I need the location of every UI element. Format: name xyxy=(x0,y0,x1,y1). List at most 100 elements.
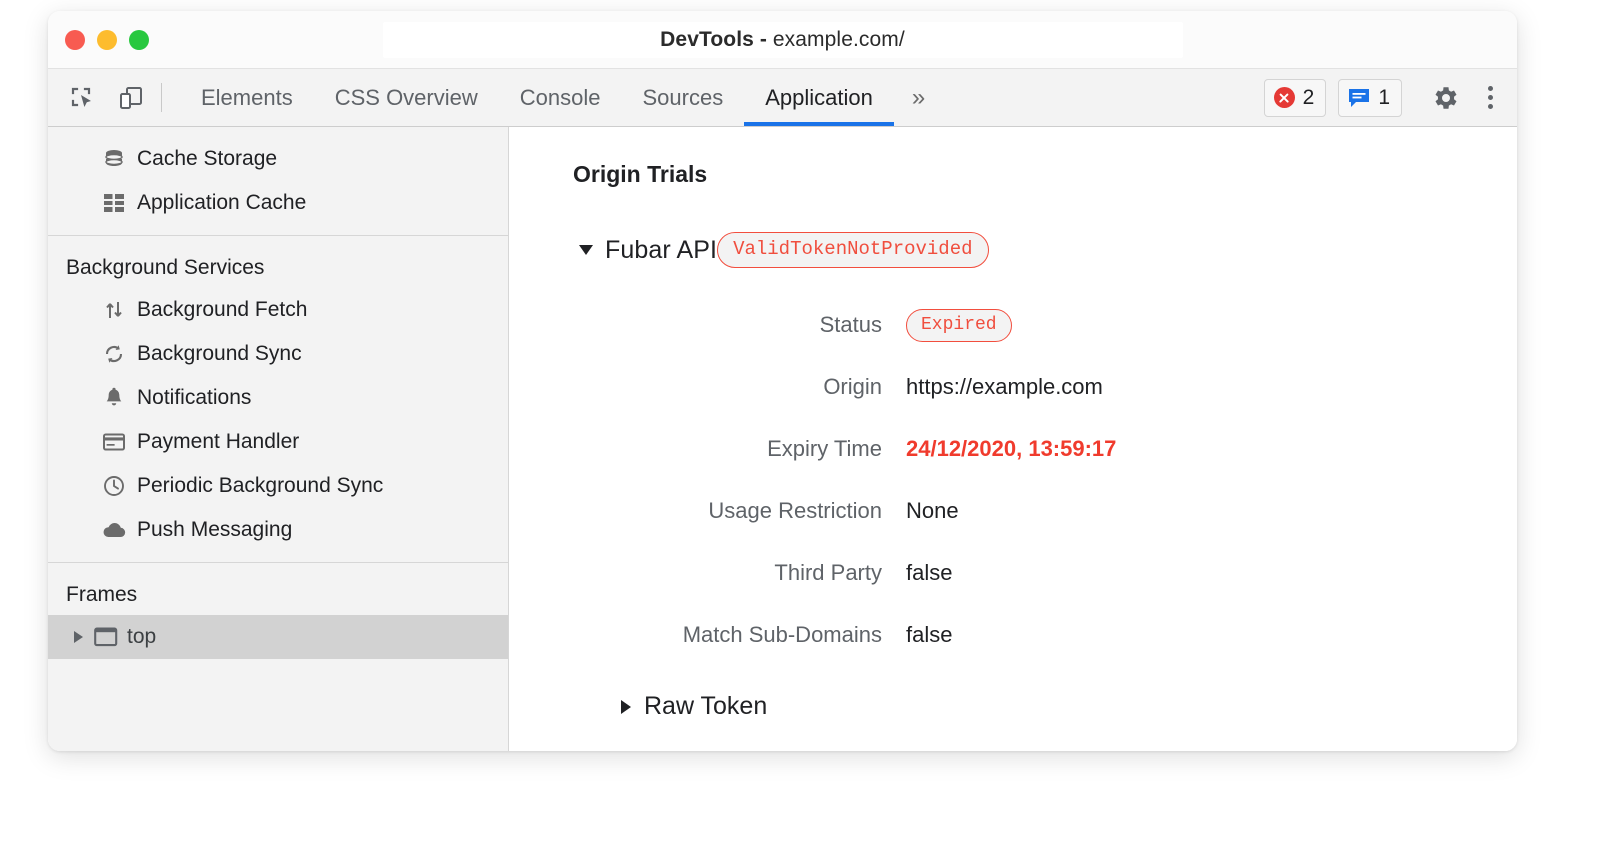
more-tabs-button[interactable]: » xyxy=(894,69,943,126)
detail-label: Origin xyxy=(573,374,906,400)
detail-row-match-sub-domains: Match Sub-Domains false xyxy=(573,604,1517,666)
maximize-window-button[interactable] xyxy=(129,30,149,50)
tab-css-overview[interactable]: CSS Overview xyxy=(314,69,499,126)
kebab-menu-icon xyxy=(1488,86,1493,109)
sidebar-item-notifications[interactable]: Notifications xyxy=(48,376,508,420)
detail-row-usage-restriction: Usage Restriction None xyxy=(573,480,1517,542)
sidebar-item-application-cache[interactable]: Application Cache xyxy=(48,181,508,225)
origin-trial-details: Status Expired Origin https://example.co… xyxy=(573,294,1517,666)
origin-trial-status-badge: ValidTokenNotProvided xyxy=(717,232,988,268)
sidebar-item-label: Payment Handler xyxy=(137,430,299,454)
tab-sources[interactable]: Sources xyxy=(621,69,744,126)
devtools-body: Cache Storage xyxy=(48,127,1517,751)
devtools-window: DevTools - example.com/ xyxy=(48,11,1517,751)
tab-application[interactable]: Application xyxy=(744,69,894,126)
chevron-right-icon[interactable] xyxy=(74,631,83,643)
sidebar-item-background-sync[interactable]: Background Sync xyxy=(48,332,508,376)
toolbar-separator xyxy=(161,83,162,112)
toolbar-left-icons xyxy=(66,69,161,126)
window-title-rest: example.com/ xyxy=(767,28,905,51)
application-sidebar: Cache Storage xyxy=(48,127,509,751)
detail-row-status: Status Expired xyxy=(573,294,1517,356)
detail-label: Expiry Time xyxy=(573,436,906,462)
raw-token-toggle[interactable]: Raw Token xyxy=(621,692,1517,721)
more-options-button[interactable] xyxy=(1477,79,1503,117)
page-title: DevTools - example.com/ xyxy=(660,28,905,51)
origin-trial-name: Fubar API xyxy=(605,236,717,265)
devtools-toolbar: Elements CSS Overview Console Sources Ap… xyxy=(48,69,1517,127)
window-controls xyxy=(65,30,149,50)
sidebar-group-background-services: Background Services Background Fetch xyxy=(48,236,508,562)
detail-value: false xyxy=(906,622,952,648)
detail-value: false xyxy=(906,560,952,586)
tab-console[interactable]: Console xyxy=(499,69,622,126)
sidebar-header-frames: Frames xyxy=(48,569,508,615)
panel-tabs: Elements CSS Overview Console Sources Ap… xyxy=(180,69,943,126)
detail-row-third-party: Third Party false xyxy=(573,542,1517,604)
sidebar-group-storage: Cache Storage xyxy=(48,131,508,235)
sidebar-item-cache-storage[interactable]: Cache Storage xyxy=(48,137,508,181)
gear-icon xyxy=(1431,83,1461,113)
detail-label: Status xyxy=(573,312,906,338)
device-toolbar-button[interactable] xyxy=(114,81,148,115)
device-toolbar-icon xyxy=(117,84,145,112)
toolbar-right-controls: 2 1 xyxy=(1264,69,1503,126)
detail-value: https://example.com xyxy=(906,374,1103,400)
sync-icon xyxy=(102,342,126,366)
sidebar-item-label: Periodic Background Sync xyxy=(137,474,383,498)
bell-icon xyxy=(102,386,126,410)
inspect-element-icon xyxy=(69,84,97,112)
sidebar-item-label: Application Cache xyxy=(137,191,306,215)
sidebar-header-background-services: Background Services xyxy=(48,242,508,288)
detail-row-expiry-time: Expiry Time 24/12/2020, 13:59:17 xyxy=(573,418,1517,480)
sidebar-group-frames: Frames top xyxy=(48,563,508,669)
credit-card-icon xyxy=(102,430,126,454)
window-title-background: DevTools - example.com/ xyxy=(383,22,1183,58)
origin-trial-header[interactable]: Fubar API ValidTokenNotProvided xyxy=(579,232,1517,268)
error-count: 2 xyxy=(1303,87,1315,108)
detail-value: None xyxy=(906,498,959,524)
status-badge: Expired xyxy=(906,309,1012,342)
window-titlebar: DevTools - example.com/ xyxy=(48,11,1517,69)
minimize-window-button[interactable] xyxy=(97,30,117,50)
sidebar-item-push-messaging[interactable]: Push Messaging xyxy=(48,508,508,552)
settings-button[interactable] xyxy=(1427,79,1465,117)
sidebar-item-label: Notifications xyxy=(137,386,251,410)
message-icon xyxy=(1348,88,1370,108)
detail-label: Match Sub-Domains xyxy=(573,622,906,648)
sidebar-item-frame-top[interactable]: top xyxy=(48,615,508,659)
message-counter-button[interactable]: 1 xyxy=(1338,79,1402,117)
message-count: 1 xyxy=(1378,87,1390,108)
close-window-button[interactable] xyxy=(65,30,85,50)
cloud-icon xyxy=(102,518,126,542)
detail-row-origin: Origin https://example.com xyxy=(573,356,1517,418)
raw-token-label: Raw Token xyxy=(644,692,767,721)
detail-label: Usage Restriction xyxy=(573,498,906,524)
sidebar-item-label: top xyxy=(127,625,156,649)
database-icon xyxy=(102,147,126,171)
detail-label: Third Party xyxy=(573,560,906,586)
grid-icon xyxy=(102,191,126,215)
origin-trials-panel: Origin Trials Fubar API ValidTokenNotPro… xyxy=(509,127,1517,751)
clock-icon xyxy=(102,474,126,498)
window-title-bold: DevTools - xyxy=(660,28,767,51)
tab-elements[interactable]: Elements xyxy=(180,69,314,126)
sidebar-item-label: Cache Storage xyxy=(137,147,277,171)
screenshot-root: DevTools - example.com/ xyxy=(0,0,1600,847)
error-counter-button[interactable]: 2 xyxy=(1264,79,1327,117)
sidebar-item-label: Push Messaging xyxy=(137,518,292,542)
panel-title: Origin Trials xyxy=(573,161,1517,188)
sidebar-item-background-fetch[interactable]: Background Fetch xyxy=(48,288,508,332)
sidebar-item-label: Background Fetch xyxy=(137,298,307,322)
chevron-right-icon[interactable] xyxy=(621,700,631,714)
error-icon xyxy=(1274,87,1295,108)
sidebar-item-periodic-background-sync[interactable]: Periodic Background Sync xyxy=(48,464,508,508)
chevron-down-icon[interactable] xyxy=(579,245,593,255)
arrows-up-down-icon xyxy=(102,298,126,322)
sidebar-item-payment-handler[interactable]: Payment Handler xyxy=(48,420,508,464)
sidebar-item-label: Background Sync xyxy=(137,342,302,366)
window-title-wrap: DevTools - example.com/ xyxy=(48,11,1517,69)
detail-value: 24/12/2020, 13:59:17 xyxy=(906,436,1116,462)
frame-icon xyxy=(94,625,118,649)
inspect-element-button[interactable] xyxy=(66,81,100,115)
